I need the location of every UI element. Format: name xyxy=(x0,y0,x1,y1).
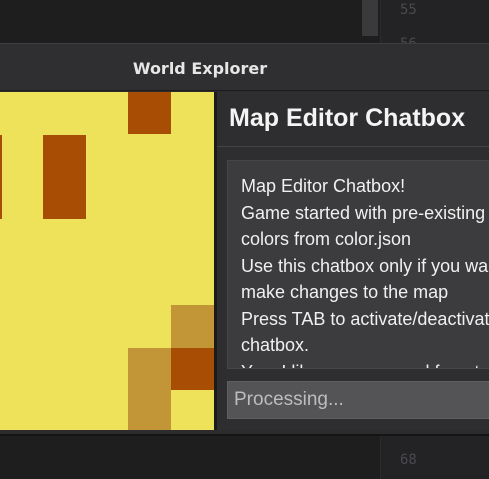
chat-message: Game started with pre-existing xyxy=(241,202,486,223)
background-scrollbar[interactable] xyxy=(362,0,378,36)
chat-log[interactable]: Map Editor Chatbox! Game started with pr… xyxy=(227,160,489,369)
map-tile-ochre xyxy=(171,305,214,348)
chat-input[interactable] xyxy=(227,381,489,419)
map-tile-dirt xyxy=(0,135,2,219)
line-number: 68 xyxy=(400,452,417,468)
window-title: World Explorer xyxy=(132,59,268,78)
chatbox-header: Map Editor Chatbox xyxy=(229,104,466,132)
chatbox-separator xyxy=(217,146,489,147)
chatbox-panel: Map Editor Chatbox Map Editor Chatbox! G… xyxy=(217,92,489,430)
chat-message: colors from color.json xyxy=(241,229,412,249)
window-titlebar[interactable]: World Explorer xyxy=(0,44,489,91)
line-number: 55 xyxy=(400,2,417,18)
map-tile-dirt xyxy=(43,135,86,219)
chat-message: Use this chatbox only if you want to xyxy=(241,255,489,276)
chat-message: make changes to the map xyxy=(241,282,449,302)
map-tile-dirt xyxy=(171,348,214,390)
chat-message: You: I like greenery and forests xyxy=(228,359,489,369)
map-tile-ochre xyxy=(128,348,171,430)
map-tile-dirt xyxy=(128,92,171,134)
world-explorer-window: World Explorer Map Editor Chatbox Map Ed… xyxy=(0,43,489,436)
chat-message: chatbox. xyxy=(241,335,310,355)
chat-message: Map Editor Chatbox! xyxy=(241,176,406,196)
map-view[interactable] xyxy=(0,92,214,430)
chat-message: Press TAB to activate/deactivate the xyxy=(241,308,489,329)
